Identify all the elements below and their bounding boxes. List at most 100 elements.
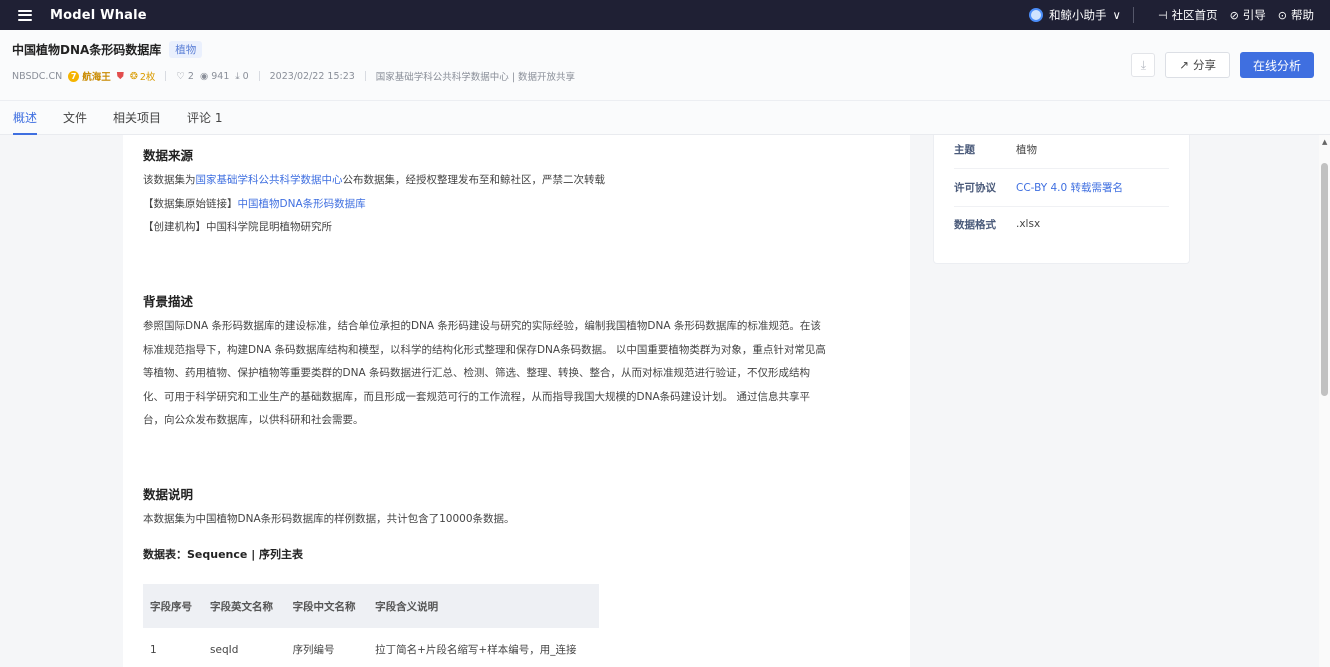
- column-header: 字段序号: [143, 584, 204, 628]
- guide-icon: ⊘: [1229, 8, 1239, 22]
- source-title: 数据来源: [143, 148, 194, 163]
- view-stat: ◉ 941: [200, 71, 229, 82]
- background-text: 参照国际DNA 条形码数据库的建设标准，结合单位承担的DNA 条形码建设与研究的…: [143, 315, 893, 433]
- thumb-up-icon: ♡: [176, 70, 185, 82]
- table-cell: 1: [143, 628, 204, 667]
- top-navbar: Model Whale 和鲸小助手 ∨ ⊣ 社区首页 ⊘ 引导 ⊙ 帮助: [0, 0, 1330, 30]
- level-badge: 7 航海王: [68, 69, 111, 83]
- overview-content: 数据来源 该数据集为国家基础学科公共科学数据中心公布数据集，经授权整理发布至和鲸…: [123, 135, 910, 667]
- data-center-link[interactable]: 国家基础学科公共科学数据中心: [196, 174, 343, 186]
- medal-count: 2枚: [139, 72, 156, 83]
- background-section: 背景描述 参照国际DNA 条形码数据库的建设标准，结合单位承担的DNA 条形码建…: [143, 291, 893, 433]
- download-button[interactable]: ⤓: [1131, 53, 1156, 77]
- column-header: 字段英文名称: [203, 584, 286, 628]
- source-text: 公布数据集，经授权整理发布至和鲸社区，严禁二次转载: [342, 174, 606, 186]
- table-header-row: 字段序号 字段英文名称 字段中文名称 字段含义说明: [143, 584, 599, 628]
- meta-row: NBSDC.CN 7 航海王 ⛊ ❂ 2枚 ♡ 2 ◉ 941 ⤓ 0 2023…: [12, 69, 575, 83]
- online-analysis-button[interactable]: 在线分析: [1239, 52, 1314, 78]
- source-line-3: 【创建机构】中国科学院昆明植物研究所: [143, 221, 332, 233]
- page-title: 中国植物DNA条形码数据库: [12, 43, 162, 57]
- info-value: .xlsx: [1016, 218, 1041, 230]
- source-text: 该数据集为: [143, 174, 196, 186]
- info-row-topic: 主题 植物: [954, 131, 1169, 169]
- dataset-header: 中国植物DNA条形码数据库 植物 NBSDC.CN 7 航海王 ⛊ ❂ 2枚 ♡…: [0, 30, 1330, 101]
- medal-icon: ❂: [129, 70, 138, 82]
- background-line: 标准规范指导下，构建DNA 条码数据库结构和模型，以科学的结构化形式整理和保存D…: [143, 343, 826, 356]
- owner-link[interactable]: NBSDC.CN: [12, 71, 62, 82]
- background-line: 台，向公众发布数据库，以供科研和社会需要。: [143, 414, 364, 426]
- guide-link[interactable]: ⊘ 引导: [1230, 7, 1266, 23]
- hamburger-menu-icon[interactable]: [18, 9, 32, 21]
- license-link[interactable]: CC-BY 4.0 转载需署名: [1016, 180, 1123, 195]
- topbar-divider: [1132, 7, 1134, 23]
- column-header: 字段中文名称: [285, 584, 369, 628]
- share-label: 分享: [1192, 58, 1216, 72]
- assistant-menu[interactable]: 和鲸小助手 ∨: [1029, 7, 1121, 23]
- share-button[interactable]: ↗ 分享: [1165, 52, 1230, 78]
- info-value: 植物: [1016, 144, 1037, 156]
- help-link[interactable]: ⊙ 帮助: [1278, 7, 1314, 23]
- info-key: 数据格式: [954, 218, 996, 231]
- scrollbar-thumb[interactable]: [1321, 163, 1328, 396]
- medal-badge: ❂ 2枚: [129, 69, 156, 84]
- guide-label: 引导: [1242, 8, 1266, 22]
- tab-bar: 概述 文件 相关项目 评论 1: [0, 101, 1330, 135]
- table-title: 数据表：Sequence | 序列主表: [143, 547, 304, 561]
- chevron-down-icon: ∨: [1112, 8, 1121, 22]
- dataset-info-card: 主题 植物 许可协议 CC-BY 4.0 转载需署名 数据格式 .xlsx: [933, 135, 1190, 264]
- info-row-format: 数据格式 .xlsx: [954, 205, 1169, 243]
- description-title: 数据说明: [143, 487, 194, 502]
- background-line: 参照国际DNA 条形码数据库的建设标准，结合单位承担的DNA 条形码建设与研究的…: [143, 320, 821, 332]
- source-note: 国家基础学科公共科学数据中心 | 数据开放共享: [375, 72, 576, 83]
- meta-divider: [364, 71, 366, 81]
- level-label: 航海王: [82, 72, 111, 83]
- download-icon: ⤓: [1140, 57, 1146, 72]
- tab-comments[interactable]: 评论 1: [187, 101, 222, 135]
- field-table: 字段序号 字段英文名称 字段中文名称 字段含义说明 1 seqId 序列编号 拉…: [143, 584, 599, 667]
- shield-icon: ⛊: [116, 70, 124, 82]
- source-line-1: 该数据集为国家基础学科公共科学数据中心公布数据集，经授权整理发布至和鲸社区，严禁…: [143, 169, 893, 193]
- info-key: 许可协议: [954, 182, 996, 194]
- info-key: 主题: [954, 144, 975, 156]
- table-row: 1 seqId 序列编号 拉丁简名+片段名缩写+样本编号，用_连接: [143, 628, 599, 667]
- community-home-link[interactable]: ⊣ 社区首页: [1158, 7, 1218, 23]
- topbar-right: 和鲸小助手 ∨ ⊣ 社区首页 ⊘ 引导 ⊙ 帮助: [1029, 0, 1314, 30]
- like-stat[interactable]: ♡ 2: [176, 71, 194, 82]
- level-icon: 7: [68, 70, 80, 82]
- like-count: 2: [187, 70, 194, 82]
- assistant-label: 和鲸小助手: [1049, 8, 1107, 22]
- assistant-avatar-icon: [1029, 8, 1044, 22]
- community-icon: ⊣: [1157, 8, 1168, 22]
- scroll-up-arrow-icon[interactable]: ▲: [1322, 138, 1327, 146]
- tab-files[interactable]: 文件: [63, 101, 87, 135]
- source-line-2: 【数据集原始链接】中国植物DNA条形码数据库: [143, 193, 893, 217]
- brand-logo[interactable]: Model Whale: [50, 8, 147, 23]
- share-icon: ↗: [1179, 58, 1189, 72]
- tab-overview[interactable]: 概述: [13, 101, 38, 135]
- download-icon: ⤓: [235, 70, 240, 82]
- original-dataset-link[interactable]: 中国植物DNA条形码数据库: [238, 198, 366, 210]
- background-line: 化、可用于科学研究和工业生产的基础数据库，而且形成一套规范可行的工作流程，从而指…: [143, 390, 810, 403]
- table-cell: 序列编号: [285, 628, 369, 667]
- tab-related-projects[interactable]: 相关项目: [113, 101, 161, 135]
- source-text: 【数据集原始链接】: [143, 197, 238, 210]
- source-section: 数据来源 该数据集为国家基础学科公共科学数据中心公布数据集，经授权整理发布至和鲸…: [143, 145, 893, 240]
- meta-divider: [165, 71, 167, 81]
- info-row-license: 许可协议 CC-BY 4.0 转载需署名: [954, 169, 1169, 207]
- description-text: 本数据集为中国植物DNA条形码数据库的样例数据，共计包含了10000条数据。: [143, 513, 515, 525]
- page-scrollbar[interactable]: ▲: [1319, 135, 1330, 667]
- description-section: 数据说明 本数据集为中国植物DNA条形码数据库的样例数据，共计包含了10000条…: [143, 484, 893, 562]
- eye-icon: ◉: [199, 70, 209, 82]
- background-line: 等植物、药用植物、保护植物等重要类群的DNA 条码数据进行汇总、检测、筛选、整理…: [143, 367, 810, 379]
- publish-datetime: 2023/02/22 15:23: [269, 70, 355, 82]
- help-label: 帮助: [1291, 8, 1314, 22]
- category-tag[interactable]: 植物: [169, 41, 203, 58]
- background-title: 背景描述: [143, 294, 194, 309]
- header-actions: ⤓ ↗ 分享 在线分析: [1131, 52, 1314, 78]
- help-icon: ⊙: [1277, 8, 1287, 22]
- download-stat: ⤓ 0: [235, 71, 248, 82]
- meta-divider: [258, 71, 260, 81]
- table-cell: seqId: [203, 628, 286, 667]
- view-count: 941: [211, 70, 230, 82]
- table-cell: 拉丁简名+片段名缩写+样本编号，用_连接: [368, 628, 599, 667]
